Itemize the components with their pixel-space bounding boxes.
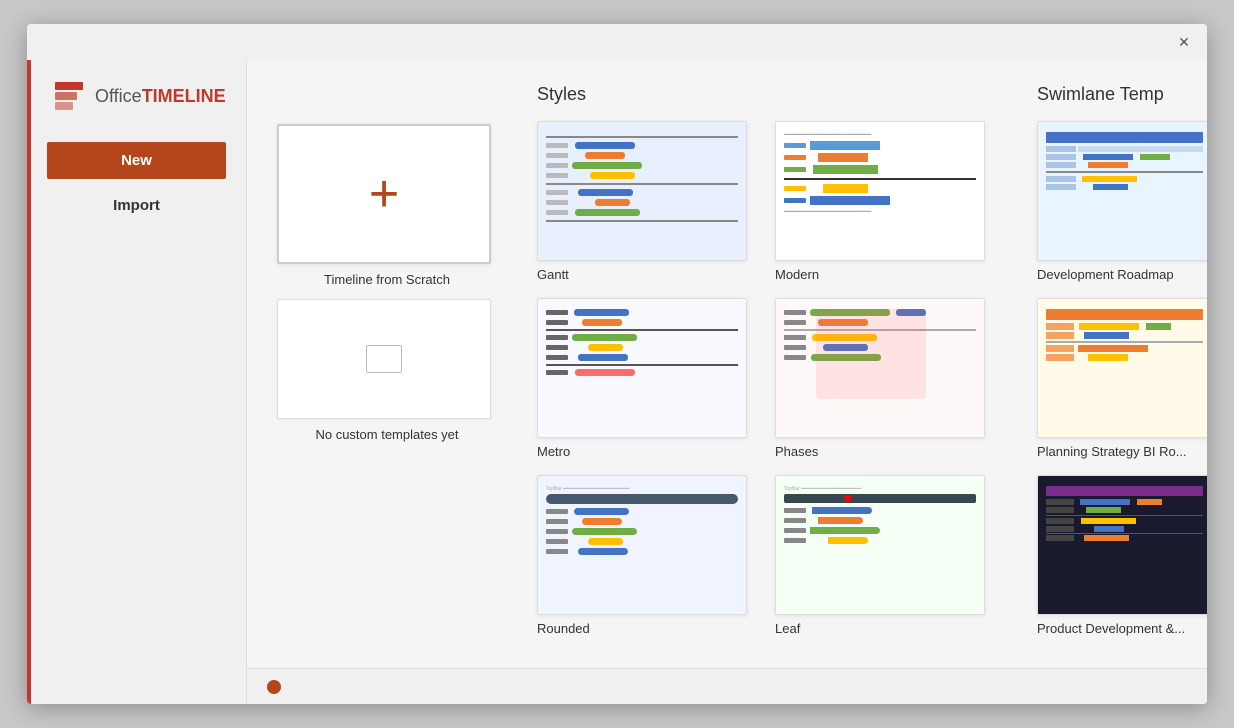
custom-template-card[interactable] — [277, 299, 491, 419]
swimlane-title: Swimlane Temp — [1037, 84, 1207, 105]
bottom-bar — [247, 668, 1207, 704]
main-window: ✕ OfficeTIMELINE New Import — [27, 24, 1207, 704]
modern-label: Modern — [775, 267, 985, 282]
main-scroll[interactable]: + Timeline from Scratch No custom templa… — [247, 60, 1207, 668]
close-button[interactable]: ✕ — [1173, 31, 1195, 53]
swimlane-grid: Development Roadmap — [1037, 121, 1207, 636]
swimlane-card-product-dev[interactable]: Product Development &... — [1037, 475, 1207, 636]
product-dev-label: Product Development &... — [1037, 621, 1207, 636]
swimlane-card-planning[interactable]: Planning Strategy BI Ro... — [1037, 298, 1207, 459]
style-card-modern[interactable]: ━━━━━━━━━━━━━━━━━━━━━━━━━━━━━ ━━━━━━━━━━… — [775, 121, 985, 282]
no-custom-label: No custom templates yet — [277, 427, 497, 442]
main-area: + Timeline from Scratch No custom templa… — [247, 60, 1207, 704]
metro-label: Metro — [537, 444, 747, 459]
swimlane-section: Swimlane Temp — [1037, 84, 1207, 636]
new-button[interactable]: New — [47, 142, 226, 179]
swimlane-card-dev-roadmap[interactable]: Development Roadmap — [1037, 121, 1207, 282]
rounded-label: Rounded — [537, 621, 747, 636]
phases-thumbnail — [775, 298, 985, 438]
logo: OfficeTIMELINE — [47, 80, 226, 112]
planning-thumbnail — [1037, 298, 1207, 438]
scratch-section: + Timeline from Scratch No custom templa… — [277, 84, 497, 636]
planning-label: Planning Strategy BI Ro... — [1037, 444, 1207, 459]
content-area: OfficeTIMELINE New Import + Timeline fro… — [27, 60, 1207, 704]
dev-roadmap-thumbnail — [1037, 121, 1207, 261]
styles-grid: Gantt ━━━━━━━━━━━━━━━━━━━━━━━━━━━━━ — [537, 121, 997, 636]
timeline-from-scratch-card[interactable]: + — [277, 124, 491, 264]
style-card-metro[interactable]: Metro — [537, 298, 747, 459]
style-card-leaf[interactable]: TopBar ━━━━━━━━━━━━━━━━━━━━ — [775, 475, 985, 636]
leaf-thumbnail: TopBar ━━━━━━━━━━━━━━━━━━━━ — [775, 475, 985, 615]
scratch-label: Timeline from Scratch — [277, 272, 497, 287]
product-dev-thumbnail — [1037, 475, 1207, 615]
plus-icon: + — [369, 168, 399, 220]
logo-text: OfficeTIMELINE — [95, 86, 226, 107]
custom-template-placeholder — [366, 345, 402, 373]
sections-row: + Timeline from Scratch No custom templa… — [277, 84, 1207, 636]
dot-indicator — [267, 680, 281, 694]
modern-thumbnail: ━━━━━━━━━━━━━━━━━━━━━━━━━━━━━ ━━━━━━━━━━… — [775, 121, 985, 261]
phases-label: Phases — [775, 444, 985, 459]
logo-icon — [55, 80, 87, 112]
title-bar: ✕ — [27, 24, 1207, 60]
metro-thumbnail — [537, 298, 747, 438]
style-card-phases[interactable]: Phases — [775, 298, 985, 459]
style-card-gantt[interactable]: Gantt — [537, 121, 747, 282]
styles-title: Styles — [537, 84, 997, 105]
sidebar: OfficeTIMELINE New Import — [27, 60, 247, 704]
gantt-label: Gantt — [537, 267, 747, 282]
leaf-label: Leaf — [775, 621, 985, 636]
rounded-thumbnail: TopBar ━━━━━━━━━━━━━━━━━━━━━━ — [537, 475, 747, 615]
style-card-rounded[interactable]: TopBar ━━━━━━━━━━━━━━━━━━━━━━ — [537, 475, 747, 636]
gantt-thumbnail — [537, 121, 747, 261]
dev-roadmap-label: Development Roadmap — [1037, 267, 1207, 282]
import-button[interactable]: Import — [47, 187, 226, 224]
styles-section: Styles — [537, 84, 997, 636]
